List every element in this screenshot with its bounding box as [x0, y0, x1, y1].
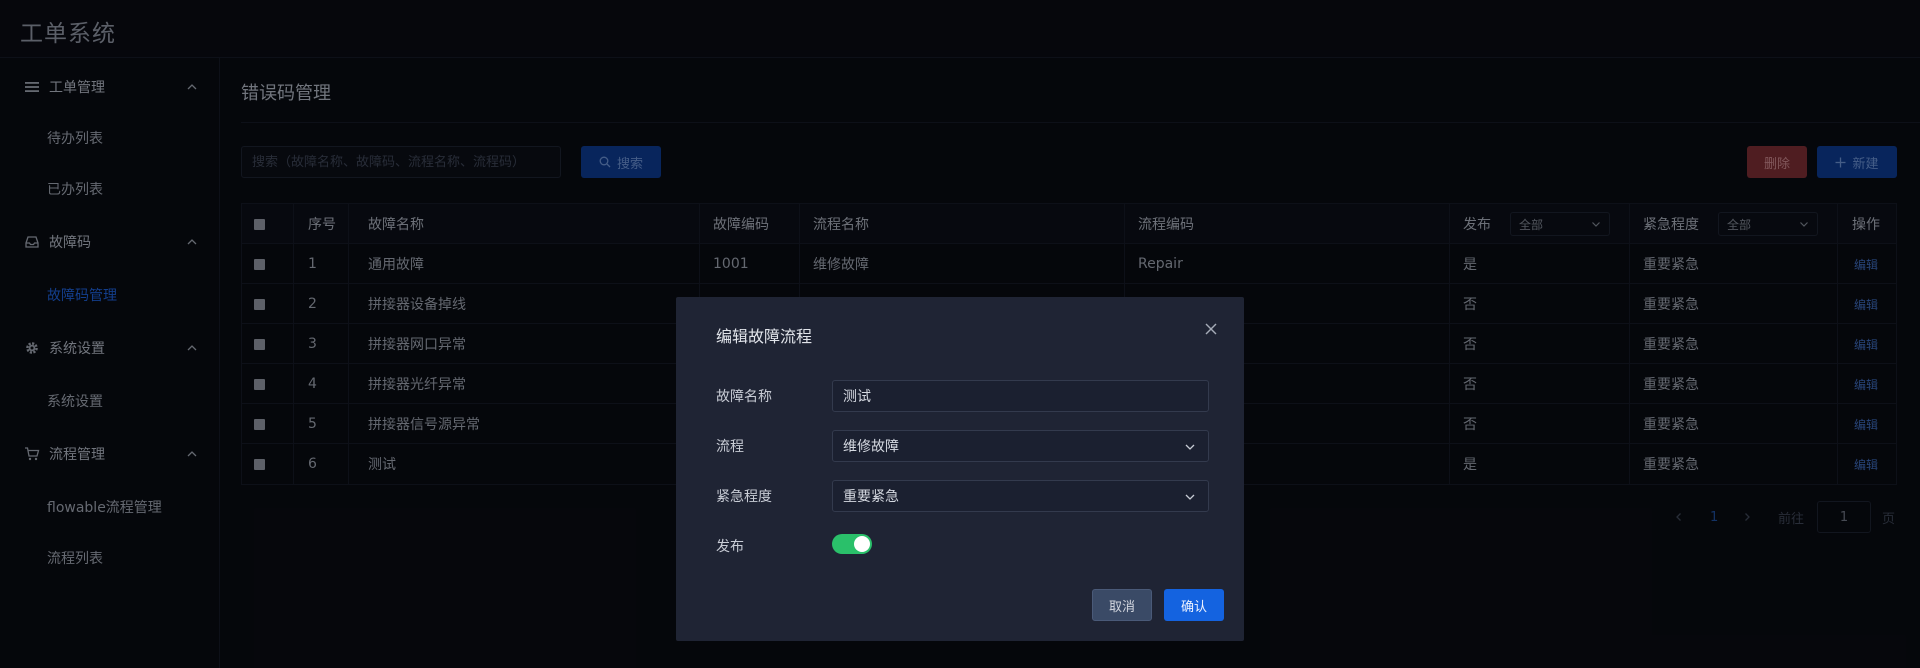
form-row-flow: 流程 维修故障 — [716, 430, 1209, 462]
chevron-down-icon — [1185, 444, 1195, 450]
close-icon[interactable] — [1204, 322, 1218, 336]
flow-select[interactable]: 维修故障 — [832, 430, 1209, 462]
fault-name-input[interactable]: 测试 — [832, 380, 1209, 412]
cancel-button-label: 取消 — [1108, 599, 1135, 615]
urgency-select[interactable]: 重要紧急 — [832, 480, 1209, 512]
confirm-button[interactable]: 确认 — [1164, 589, 1224, 621]
urgency-label: 紧急程度 — [716, 489, 772, 505]
toggle-knob — [854, 536, 870, 552]
flow-label: 流程 — [716, 439, 744, 455]
dialog-title: 编辑故障流程 — [716, 327, 813, 346]
form-row-fault-name: 故障名称 测试 — [716, 380, 1209, 412]
form-row-urgency: 紧急程度 重要紧急 — [716, 480, 1209, 512]
edit-fault-flow-dialog: 编辑故障流程 故障名称 测试 流程 维修故障 紧急程度 重要紧急 发布 取消 确… — [676, 297, 1244, 641]
confirm-button-label: 确认 — [1180, 599, 1207, 615]
form-row-publish: 发布 — [716, 526, 1206, 558]
chevron-down-icon — [1185, 494, 1195, 500]
urgency-select-value: 重要紧急 — [843, 489, 899, 505]
fault-name-label: 故障名称 — [716, 389, 772, 405]
flow-select-value: 维修故障 — [843, 439, 899, 455]
publish-label: 发布 — [716, 539, 744, 555]
publish-toggle[interactable] — [832, 534, 872, 554]
cancel-button[interactable]: 取消 — [1092, 589, 1152, 621]
